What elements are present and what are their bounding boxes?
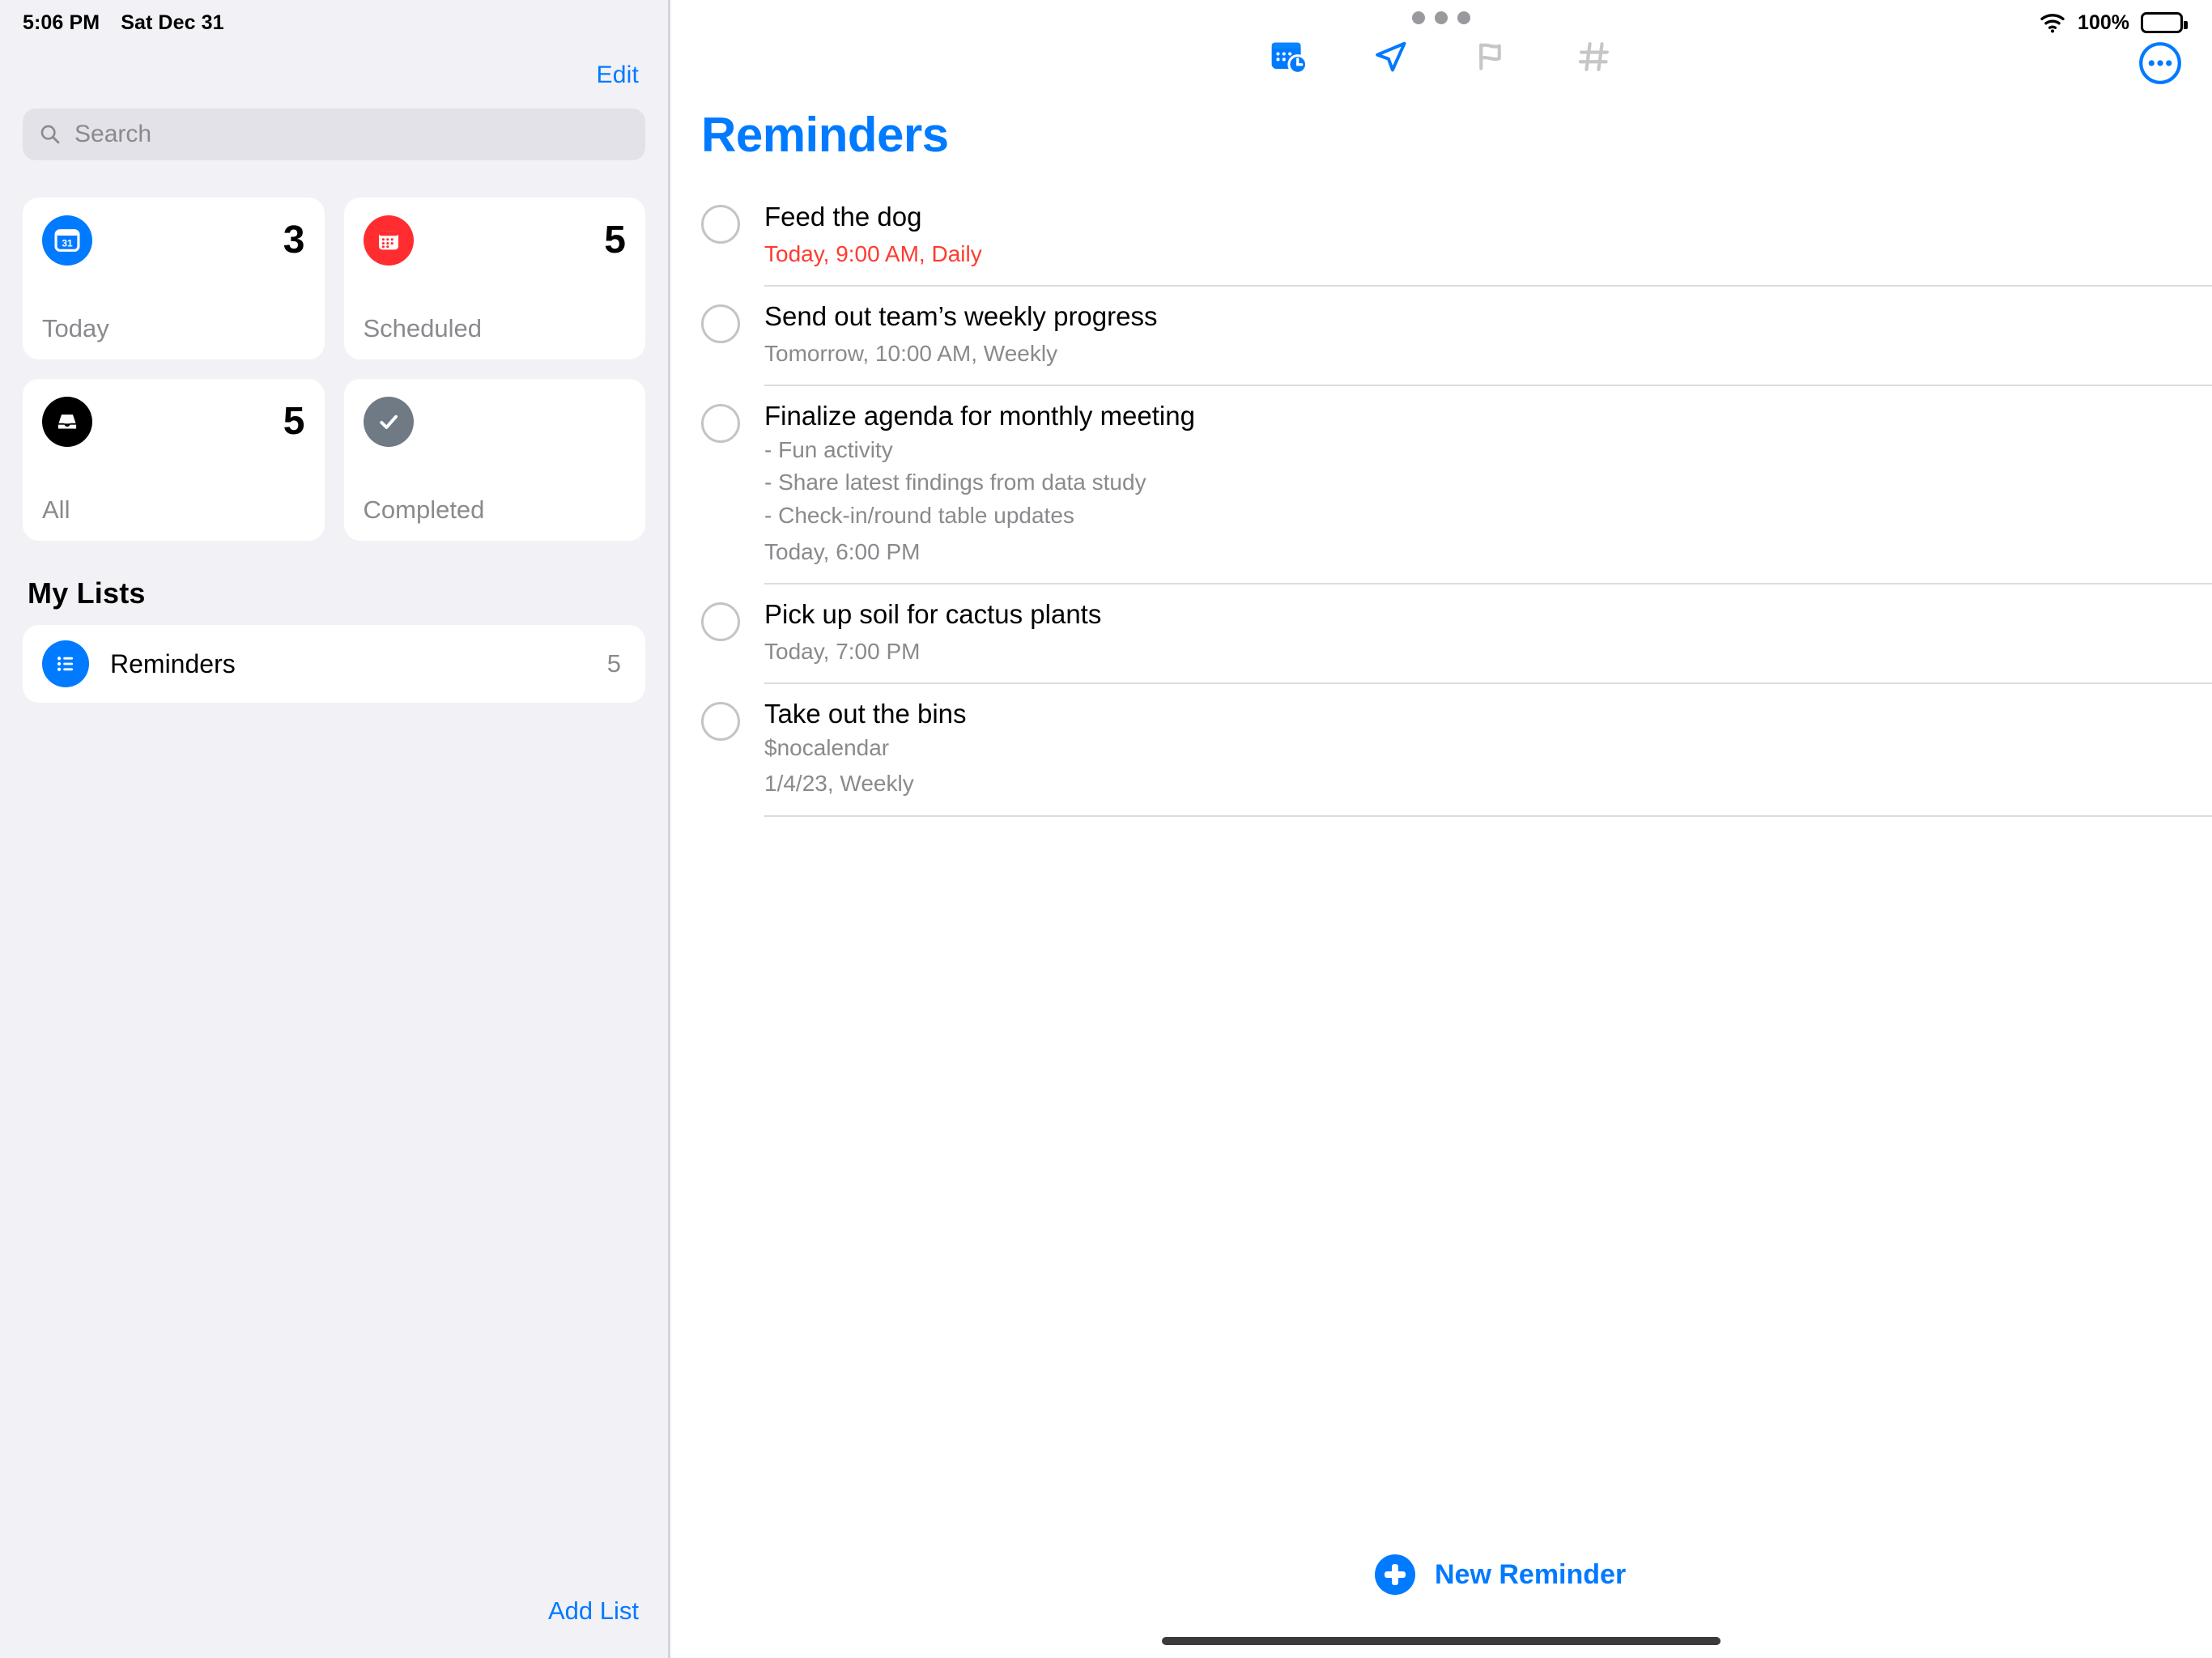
reminder-row[interactable]: Send out team’s weekly progress Tomorrow… (701, 287, 2212, 387)
hashtag-glyph (1578, 42, 1609, 71)
smart-list-label: Today (42, 314, 109, 342)
reminder-title: Take out the bins (764, 699, 967, 729)
location-arrow-glyph (1376, 41, 1406, 72)
sidebar-edit-row: Edit (0, 45, 668, 105)
smart-list-count: 5 (283, 400, 305, 443)
reminder-title: Pick up soil for cactus plants (764, 599, 1102, 630)
reminder-body: Pick up soil for cactus plants Today, 7:… (764, 585, 2212, 685)
card-top: 31 3 (42, 215, 305, 266)
reminder-note: - Share latest findings from data study (764, 470, 1146, 495)
reminder-row[interactable]: Take out the bins $nocalendar 1/4/23, We… (701, 684, 2212, 818)
smart-list-count: 3 (283, 219, 305, 261)
checkmark-icon (363, 397, 414, 447)
flag-glyph (1479, 43, 1501, 70)
my-lists-header: My Lists (28, 576, 146, 610)
status-bar-left: 5:06 PM Sat Dec 31 (0, 0, 668, 45)
search-icon (40, 125, 60, 144)
smart-list-count: 5 (604, 219, 626, 261)
search-placeholder: Search (74, 121, 152, 147)
smart-list-today[interactable]: 31 3 Today (23, 198, 325, 359)
reminder-checkbox[interactable] (701, 702, 740, 742)
calendar-clock-glyph (1271, 42, 1308, 74)
list-item-label: Reminders (110, 648, 236, 678)
list-item-count: 5 (606, 649, 621, 678)
detail-toolbar (670, 0, 2212, 99)
reminder-body: Finalize agenda for monthly meeting - Fu… (764, 386, 2212, 585)
reminder-row[interactable]: Feed the dog Today, 9:00 AM, Daily (701, 187, 2212, 287)
new-reminder-button[interactable]: New Reminder (1375, 1554, 1626, 1595)
smart-list-all[interactable]: 5 All (23, 379, 325, 541)
bulleted-list-glyph (57, 657, 74, 671)
status-bar-time: 5:06 PM (23, 11, 100, 34)
reminder-checkbox[interactable] (701, 304, 740, 344)
reminder-body: Feed the dog Today, 9:00 AM, Daily (764, 187, 2212, 287)
page-title: Reminders (701, 108, 949, 162)
sidebar: 5:06 PM Sat Dec 31 Edit Search 31 3 Toda… (0, 0, 670, 1658)
reminder-row[interactable]: Pick up soil for cactus plants Today, 7:… (701, 585, 2212, 685)
detail-pane: 100% Reminders Feed the dog Today, 9:00 … (670, 0, 2212, 1658)
flag-icon[interactable] (1470, 34, 1515, 79)
list-item-reminders[interactable]: Reminders 5 (23, 625, 645, 703)
reminder-body: Take out the bins $nocalendar 1/4/23, We… (764, 684, 2212, 818)
search-container: Search (0, 108, 668, 160)
my-lists-container: Reminders 5 (0, 625, 668, 703)
calendar-day-glyph: 31 (54, 229, 80, 252)
add-list-button[interactable]: Add List (548, 1596, 639, 1626)
card-top (363, 397, 627, 447)
reminder-note: - Fun activity (764, 436, 893, 462)
smart-list-label: Completed (363, 495, 485, 524)
reminder-title: Send out team’s weekly progress (764, 301, 1158, 332)
smart-list-scheduled[interactable]: 5 Scheduled (343, 198, 645, 359)
card-top: 5 (363, 215, 626, 266)
reminder-body: Send out team’s weekly progress Tomorrow… (764, 287, 2212, 387)
reminder-note: - Check-in/round table updates (764, 503, 1074, 529)
reminder-title: Finalize agenda for monthly meeting (764, 401, 1195, 432)
status-bar-date: Sat Dec 31 (121, 11, 224, 34)
edit-button[interactable]: Edit (597, 62, 640, 89)
checkmark-glyph (379, 414, 398, 429)
reminder-checkbox[interactable] (701, 205, 740, 244)
reminder-title: Feed the dog (764, 202, 922, 232)
calendar-day-icon: 31 (42, 215, 92, 266)
reminders-list: Feed the dog Today, 9:00 AM, Daily Send … (670, 187, 2212, 818)
home-indicator[interactable] (1162, 1637, 1721, 1645)
plus-circle-icon (1375, 1554, 1415, 1595)
card-top: 5 (42, 397, 305, 447)
hashtag-icon[interactable] (1572, 34, 1617, 79)
smart-list-label: Scheduled (363, 314, 483, 342)
smart-lists-grid: 31 3 Today 5 Scheduled 5 All Completed (0, 198, 668, 541)
reminders-app: 5:06 PM Sat Dec 31 Edit Search 31 3 Toda… (0, 0, 2212, 1658)
location-arrow-icon[interactable] (1368, 34, 1413, 79)
smart-list-completed[interactable]: Completed (343, 379, 645, 541)
calendar-glyph (378, 231, 398, 250)
svg-text:31: 31 (62, 237, 73, 249)
reminder-checkbox[interactable] (701, 602, 740, 642)
calendar-clock-icon[interactable] (1266, 34, 1311, 79)
new-reminder-label: New Reminder (1435, 1558, 1627, 1590)
search-input[interactable]: Search (23, 108, 645, 160)
reminder-row[interactable]: Finalize agenda for monthly meeting - Fu… (701, 386, 2212, 585)
more-circle-icon[interactable] (2138, 40, 2183, 86)
reminder-checkbox[interactable] (701, 404, 740, 444)
reminder-due: Today, 6:00 PM (764, 538, 921, 564)
reminder-due: Today, 9:00 AM, Daily (764, 240, 982, 266)
smart-list-label: All (42, 495, 70, 524)
more-circle-glyph (2139, 42, 2181, 84)
bulleted-list-icon (42, 640, 89, 687)
inbox-tray-icon (42, 397, 92, 447)
inbox-tray-glyph (57, 414, 77, 429)
reminder-due: Tomorrow, 10:00 AM, Weekly (764, 340, 1058, 366)
reminder-due: Today, 7:00 PM (764, 638, 921, 664)
reminder-note: $nocalendar (764, 734, 890, 760)
reminder-due: 1/4/23, Weekly (764, 771, 914, 797)
calendar-icon (363, 215, 414, 266)
